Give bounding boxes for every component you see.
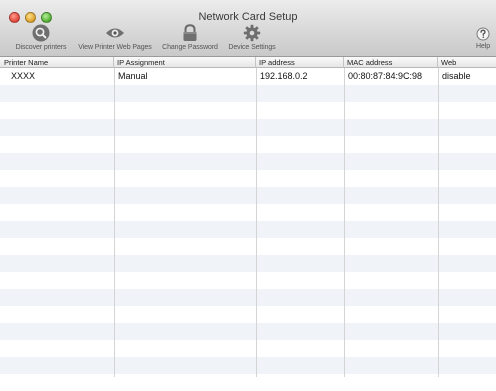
discover-printers-button[interactable]: Discover printers bbox=[10, 24, 72, 54]
empty-table-row bbox=[0, 340, 496, 357]
empty-table-row bbox=[0, 357, 496, 374]
empty-table-row bbox=[0, 119, 496, 136]
column-header-ip-address[interactable]: IP address bbox=[256, 57, 344, 68]
help-button[interactable]: Help bbox=[474, 24, 492, 54]
empty-table-row bbox=[0, 170, 496, 187]
empty-table-row bbox=[0, 289, 496, 306]
view-printer-web-pages-button[interactable]: View Printer Web Pages bbox=[75, 24, 155, 54]
device-settings-button[interactable]: Device Settings bbox=[225, 24, 279, 54]
empty-table-row bbox=[0, 238, 496, 255]
column-header-printer-name[interactable]: Printer Name bbox=[0, 57, 114, 68]
title-toolbar-bar: Network Card Setup Discover printers Vie… bbox=[0, 0, 496, 57]
web-cell: disable bbox=[442, 71, 471, 81]
empty-table-row bbox=[0, 323, 496, 340]
empty-table-row bbox=[0, 187, 496, 204]
ip-assignment-cell: Manual bbox=[118, 71, 148, 81]
discover-printers-label: Discover printers bbox=[15, 44, 67, 51]
magnifier-icon bbox=[32, 24, 50, 42]
empty-table-row bbox=[0, 221, 496, 238]
lock-icon bbox=[183, 24, 197, 41]
change-password-button[interactable]: Change Password bbox=[157, 24, 223, 54]
column-header-web[interactable]: Web bbox=[438, 57, 496, 68]
empty-table-row bbox=[0, 306, 496, 323]
empty-table-row bbox=[0, 272, 496, 289]
empty-table-row bbox=[0, 153, 496, 170]
device-settings-label: Device Settings bbox=[228, 44, 276, 51]
question-icon bbox=[476, 27, 490, 41]
eye-icon bbox=[106, 28, 124, 38]
printer-name-cell: XXXX bbox=[11, 71, 36, 81]
change-password-label: Change Password bbox=[162, 44, 218, 51]
empty-table-row bbox=[0, 255, 496, 272]
table-header: Printer Name IP Assignment IP address MA… bbox=[0, 57, 496, 68]
column-header-mac-address[interactable]: MAC address bbox=[344, 57, 438, 68]
column-divider bbox=[344, 68, 345, 377]
empty-table-row bbox=[0, 102, 496, 119]
column-divider bbox=[256, 68, 257, 377]
help-label: Help bbox=[476, 43, 490, 50]
table-body: XXXX Manual 192.168.0.2 00:80:87:84:9C:9… bbox=[0, 68, 496, 391]
column-divider bbox=[438, 68, 439, 377]
mac-address-cell: 00:80:87:84:9C:98 bbox=[348, 71, 423, 81]
ip-address-cell: 192.168.0.2 bbox=[260, 71, 308, 81]
view-printer-web-pages-label: View Printer Web Pages bbox=[78, 44, 152, 51]
gear-icon bbox=[243, 24, 261, 42]
empty-table-row bbox=[0, 136, 496, 153]
empty-table-row bbox=[0, 204, 496, 221]
empty-table-row bbox=[0, 85, 496, 102]
column-divider bbox=[114, 68, 115, 377]
table-row[interactable]: XXXX Manual 192.168.0.2 00:80:87:84:9C:9… bbox=[0, 68, 496, 85]
printer-table: Printer Name IP Assignment IP address MA… bbox=[0, 57, 496, 377]
column-header-ip-assignment[interactable]: IP Assignment bbox=[114, 57, 256, 68]
network-card-setup-window: Network Card Setup Discover printers Vie… bbox=[0, 0, 496, 377]
window-title: Network Card Setup bbox=[198, 11, 298, 23]
